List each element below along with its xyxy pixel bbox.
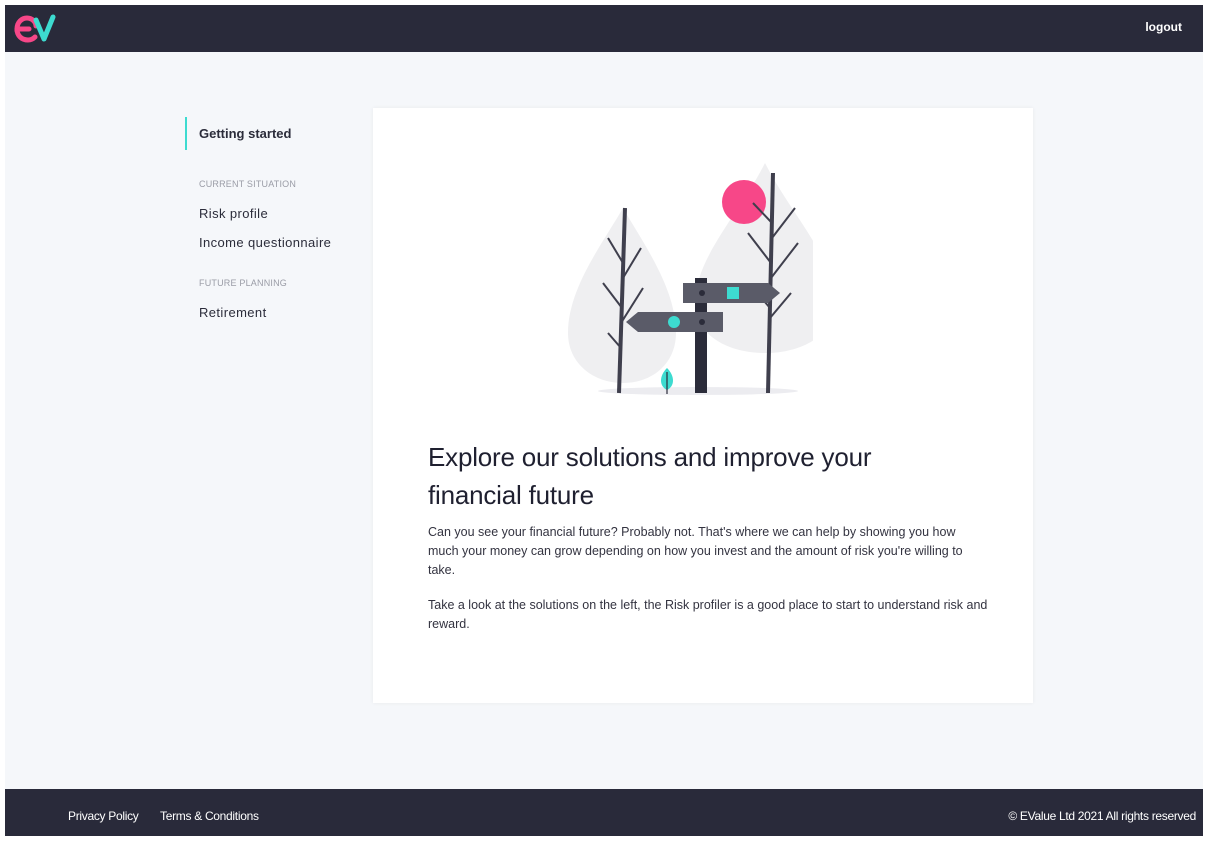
signpost-illustration xyxy=(568,163,813,395)
main-area: Getting started CURRENT SITUATION Risk p… xyxy=(5,52,1203,789)
welcome-card: Explore our solutions and improve your f… xyxy=(373,108,1033,703)
terms-conditions-link[interactable]: Terms & Conditions xyxy=(160,809,259,823)
page: logout Getting started CURRENT SITUATION… xyxy=(0,0,1208,841)
intro-paragraph: Can you see your financial future? Proba… xyxy=(428,525,963,577)
side-navigation: Getting started CURRENT SITUATION Risk p… xyxy=(185,117,365,320)
nav-section-current-situation: CURRENT SITUATION xyxy=(199,179,297,189)
logout-link[interactable]: logout xyxy=(1145,20,1182,34)
evalue-logo[interactable] xyxy=(14,14,56,44)
nav-item-retirement[interactable]: Retirement xyxy=(199,305,365,320)
privacy-policy-link[interactable]: Privacy Policy xyxy=(68,809,139,823)
footer: Privacy Policy Terms & Conditions © EVal… xyxy=(5,789,1203,836)
nav-item-getting-started[interactable]: Getting started xyxy=(185,117,365,150)
copyright-text: © EValue Ltd 2021 All rights reserved xyxy=(1008,809,1196,823)
guidance-paragraph: Take a look at the solutions on the left… xyxy=(428,598,988,631)
welcome-headline: Explore our solutions and improve your f… xyxy=(428,442,872,510)
top-bar: logout xyxy=(5,5,1203,52)
nav-item-risk-profile[interactable]: Risk profile xyxy=(199,206,365,221)
nav-section-future-planning: FUTURE PLANNING xyxy=(199,278,288,288)
nav-item-income-questionnaire[interactable]: Income questionnaire xyxy=(199,235,365,250)
